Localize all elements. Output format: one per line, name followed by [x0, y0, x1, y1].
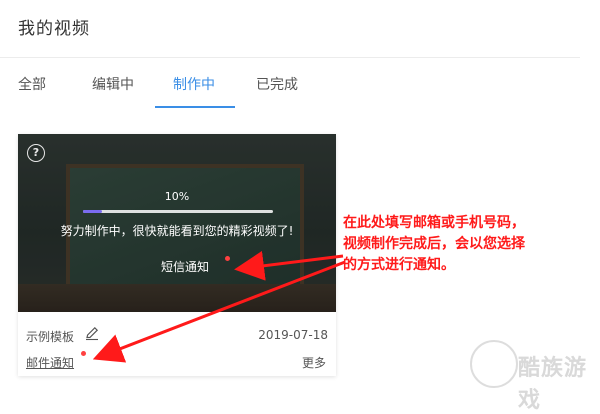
tab-in-production[interactable]: 制作中 — [173, 74, 215, 94]
page-title: 我的视频 — [18, 19, 90, 39]
tab-active-underline — [155, 106, 235, 108]
annotation-text: 在此处填写邮箱或手机号码， 视频制作完成后，会以您选择 的方式进行通知。 — [343, 213, 598, 276]
progress-fill — [83, 210, 102, 213]
more-link[interactable]: 更多 — [302, 354, 326, 371]
tab-bar: 全部 编辑中 制作中 已完成 — [0, 68, 400, 108]
video-card: ? 10% 努力制作中，很快就能看到您的精彩视频了! 短信通知 示例模板 201… — [18, 134, 336, 376]
production-status-text: 努力制作中，很快就能看到您的精彩视频了! — [60, 224, 294, 238]
mail-notify-dot — [81, 351, 86, 356]
video-date: 2019-07-18 — [258, 328, 328, 342]
annotation-line: 视频制作完成后，会以您选择 — [343, 236, 525, 252]
annotation-line: 在此处填写邮箱或手机号码， — [343, 215, 525, 231]
help-icon[interactable]: ? — [27, 144, 45, 162]
progress-percent: 10% — [164, 190, 190, 203]
tab-editing[interactable]: 编辑中 — [92, 74, 134, 94]
watermark: 酷族游戏 — [470, 336, 596, 413]
progress-track — [83, 210, 273, 213]
annotation-line: 的方式进行通知。 — [343, 257, 455, 273]
video-thumbnail[interactable]: ? 10% 努力制作中，很快就能看到您的精彩视频了! 短信通知 — [18, 134, 336, 312]
mail-notify-link[interactable]: 邮件通知 — [26, 354, 74, 371]
watermark-logo-icon — [470, 340, 518, 388]
template-name: 示例模板 — [26, 330, 75, 344]
title-divider — [0, 57, 580, 58]
edit-icon[interactable] — [84, 325, 100, 341]
tab-all[interactable]: 全部 — [18, 74, 46, 94]
tab-completed[interactable]: 已完成 — [256, 74, 298, 94]
sms-notify-dot — [225, 256, 230, 261]
watermark-text: 酷族游戏 — [518, 356, 588, 413]
sms-notify-link[interactable]: 短信通知 — [161, 258, 209, 275]
